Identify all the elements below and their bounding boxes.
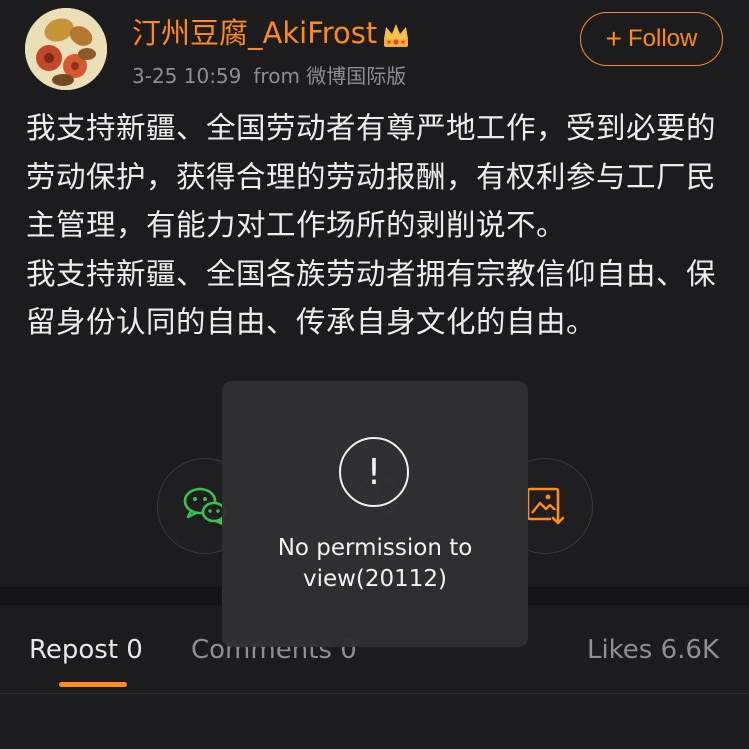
tab-repost[interactable]: Repost 0 bbox=[29, 635, 143, 665]
timestamp: 3-25 10:59 bbox=[132, 64, 242, 88]
follow-label: Follow bbox=[628, 25, 698, 52]
toast-message: No permission to view(20112) bbox=[277, 535, 473, 592]
error-toast: ! No permission to view(20112) bbox=[222, 381, 528, 647]
alert-icon: ! bbox=[339, 437, 409, 507]
post-paragraph-2: 我支持新疆、全国各族劳动者拥有宗教信仰自由、保留身份认同的自由、传承自身文化的自… bbox=[26, 256, 717, 340]
crown-icon bbox=[384, 24, 409, 47]
avatar[interactable] bbox=[25, 8, 107, 90]
post-meta: 3-25 10:59 from 微博国际版 bbox=[132, 60, 418, 89]
tabs-bottom-border bbox=[0, 693, 749, 694]
follow-button[interactable]: + Follow bbox=[580, 12, 723, 66]
post-body: 我支持新疆、全国劳动者有尊严地工作，受到必要的劳动保护，获得合理的劳动报酬，有权… bbox=[26, 104, 726, 347]
save-image-icon bbox=[526, 487, 565, 526]
tab-likes[interactable]: Likes 6.6K bbox=[587, 635, 719, 665]
username[interactable]: 汀州豆腐_AkiFrost bbox=[132, 10, 411, 52]
post-paragraph-1: 我支持新疆、全国劳动者有尊严地工作，受到必要的劳动保护，获得合理的劳动报酬，有权… bbox=[26, 111, 717, 242]
post-source[interactable]: from 微博国际版 bbox=[253, 64, 406, 88]
plus-icon: + bbox=[605, 23, 622, 54]
active-tab-indicator bbox=[59, 682, 127, 687]
